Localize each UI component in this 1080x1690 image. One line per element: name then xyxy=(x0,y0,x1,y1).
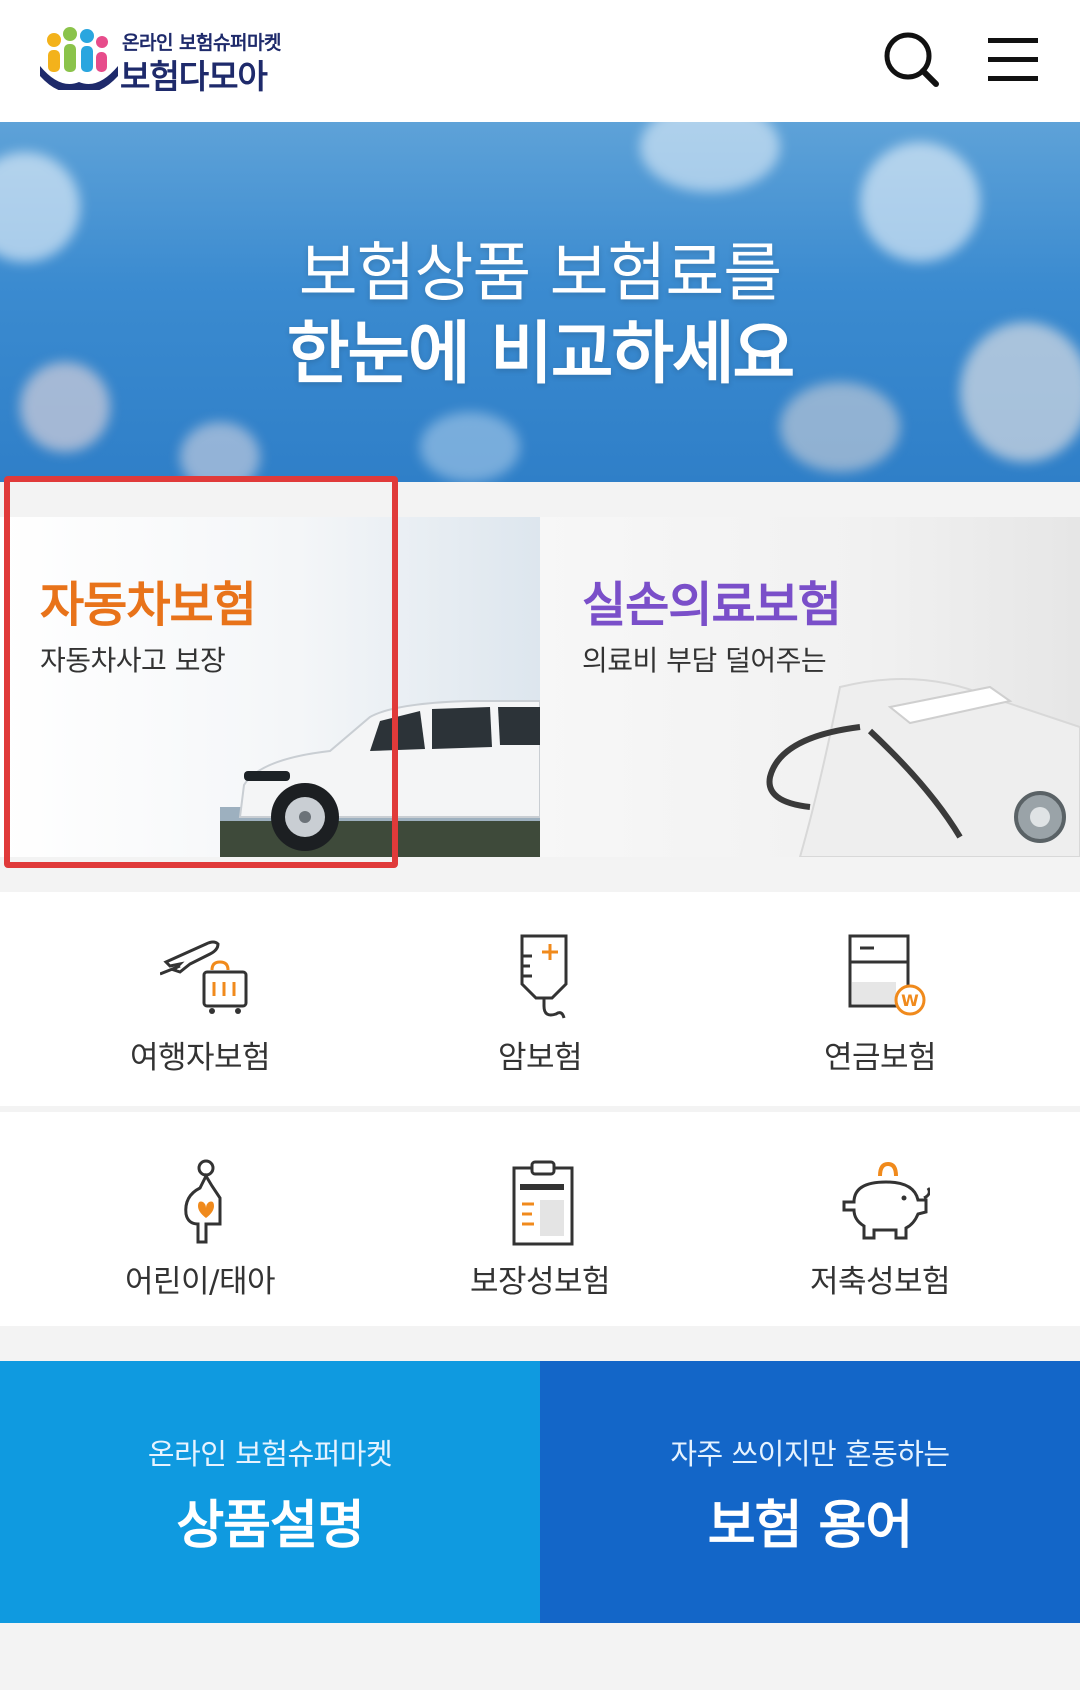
stethoscope-image xyxy=(766,678,1080,857)
menu-savings-insurance[interactable]: 저축성보험 xyxy=(700,1112,1060,1326)
menu-label: 연금보험 xyxy=(823,1040,937,1076)
logo-title: 보험다모아 xyxy=(120,57,268,96)
card-title: 자동차보험 xyxy=(40,577,257,633)
menu-travel-insurance[interactable]: 여행자보험 xyxy=(20,892,380,1106)
hero-headline-line2: 한눈에 비교하세요 xyxy=(286,315,795,394)
hamburger-menu-icon xyxy=(988,38,1038,81)
insurance-terms-banner[interactable]: 자주 쓰이지만 혼동하는 보험 용어 xyxy=(540,1361,1080,1623)
logo-people-icon xyxy=(40,27,118,90)
card-car-insurance[interactable]: 자동차보험 자동차사고 보장 xyxy=(0,517,540,857)
menu-label: 보장성보험 xyxy=(469,1264,611,1300)
menu-pension-insurance[interactable]: W 연금보험 xyxy=(700,892,1060,1106)
pregnant-woman-heart-icon xyxy=(184,1159,222,1244)
banner-subtitle: 자주 쓰이지만 혼동하는 xyxy=(670,1437,950,1471)
travel-airplane-luggage-icon xyxy=(160,940,248,1014)
piggy-bank-icon xyxy=(842,1161,930,1240)
search-button[interactable] xyxy=(874,24,946,96)
banner-title: 상품설명 xyxy=(176,1496,364,1556)
menu-protection-insurance[interactable]: 보장성보험 xyxy=(360,1112,720,1326)
menu-button[interactable] xyxy=(976,24,1048,96)
card-description: 의료비 부담 덜어주는 xyxy=(582,644,827,677)
card-description: 자동차사고 보장 xyxy=(40,644,226,677)
svg-text:W: W xyxy=(901,991,919,1010)
car-image xyxy=(220,700,540,857)
blossom-decoration xyxy=(180,422,260,482)
top-header: 온라인 보험슈퍼마켓 보험다모아 xyxy=(0,0,1080,122)
menu-label: 저축성보험 xyxy=(809,1264,951,1300)
iv-drip-icon xyxy=(520,934,568,1019)
banner-subtitle: 온라인 보험슈퍼마켓 xyxy=(147,1437,393,1471)
blossom-decoration xyxy=(640,122,780,192)
card-medical-insurance[interactable]: 실손의료보험 의료비 부담 덜어주는 xyxy=(540,517,1080,857)
menu-label: 어린이/태아 xyxy=(124,1264,276,1300)
menu-label: 여행자보험 xyxy=(129,1040,271,1076)
insurance-menu-row: 여행자보험 암보험 W 연금보험 xyxy=(0,892,1080,1106)
banner-title: 보험 용어 xyxy=(707,1496,913,1556)
blossom-decoration xyxy=(420,412,520,482)
search-icon xyxy=(884,32,939,87)
clipboard-icon xyxy=(512,1160,574,1246)
page: { "header": { "logo_sub": "온라인 보험슈퍼마켓", … xyxy=(0,0,1080,1690)
logo-home-link[interactable]: 온라인 보험슈퍼마켓 보험다모아 xyxy=(40,24,300,96)
insurance-menu-row: 어린이/태아 보장성보험 저축성보험 xyxy=(0,1112,1080,1326)
menu-cancer-insurance[interactable]: 암보험 xyxy=(360,892,720,1106)
product-cards: 자동차보험 자동차사고 보장 실손의료보험 의료비 부담 덜어주는 xyxy=(0,482,1080,862)
menu-label: 암보험 xyxy=(497,1040,583,1076)
card-title: 실손의료보험 xyxy=(582,577,842,633)
menu-child-fetus-insurance[interactable]: 어린이/태아 xyxy=(20,1112,380,1326)
pension-document-won-icon: W xyxy=(848,934,926,1016)
product-description-banner[interactable]: 온라인 보험슈퍼마켓 상품설명 xyxy=(0,1361,540,1623)
hero-banner: 보험상품 보험료를 한눈에 비교하세요 xyxy=(0,122,1080,482)
